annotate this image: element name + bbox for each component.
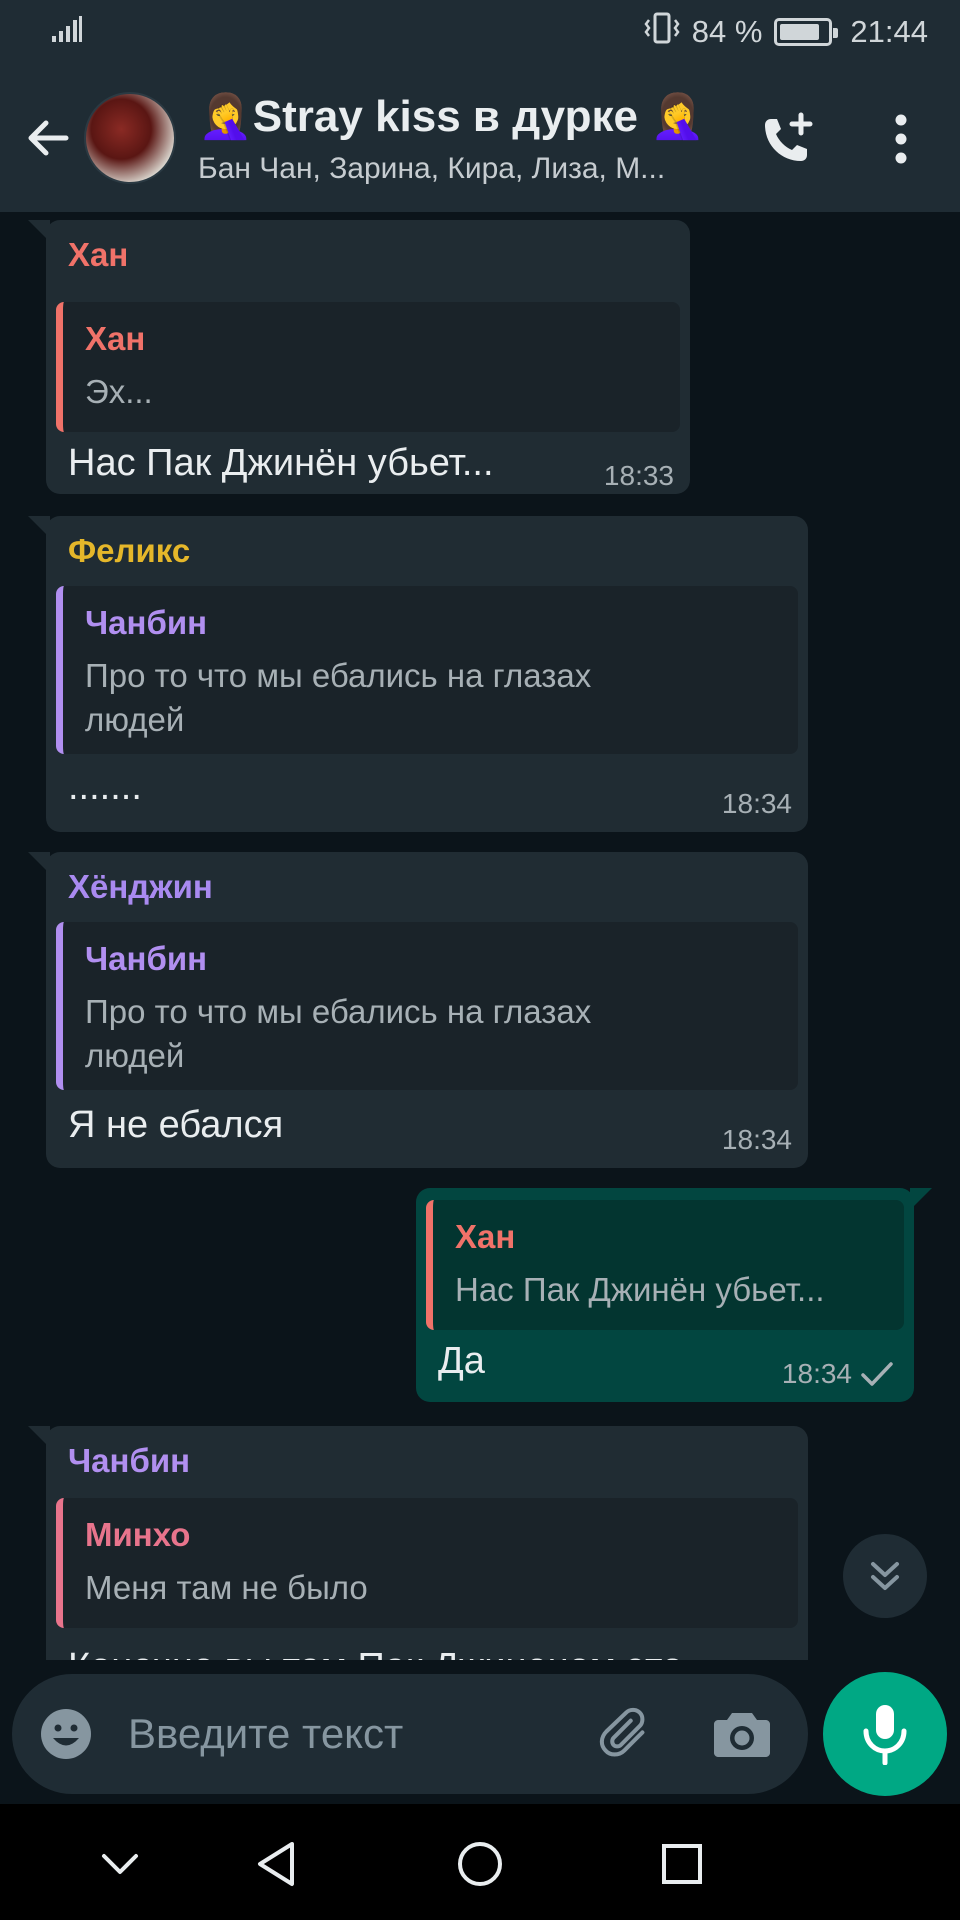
reply-quote[interactable]: Минхо Меня там не было xyxy=(56,1498,798,1628)
vibrate-icon xyxy=(644,12,680,52)
battery-percent: 84 % xyxy=(691,14,763,49)
quote-text: Эх... xyxy=(85,373,153,410)
sender-name[interactable]: Феликс xyxy=(68,532,190,570)
quote-author: Чанбин xyxy=(85,940,208,977)
square-recents-icon xyxy=(662,1844,702,1884)
message-bubble-outgoing[interactable]: Хан Нас Пак Джинён убьет... Да 18:34 xyxy=(416,1188,932,1402)
reply-quote[interactable]: Чанбин Про то что мы ебались на глазах л… xyxy=(56,586,798,754)
message-text: Конечно вы там Пак Джиненом это xyxy=(68,1646,683,1660)
system-nav-bar xyxy=(0,1804,960,1920)
message-time: 18:34 xyxy=(781,1358,852,1389)
sender-name[interactable]: Чанбин xyxy=(68,1442,190,1480)
chevron-down-icon xyxy=(102,1854,138,1874)
message-text: Нас Пак Джинён убьет... xyxy=(68,442,494,484)
add-call-button[interactable] xyxy=(752,104,822,174)
message-input-placeholder: Введите текст xyxy=(128,1710,404,1757)
chat-header: 🤦‍♀️Stray kiss в дурке 🤦‍♀️ Бан Чан, Зар… xyxy=(0,64,960,212)
attach-button[interactable] xyxy=(596,1704,656,1764)
nav-hide-button[interactable] xyxy=(90,1834,150,1894)
camera-icon xyxy=(714,1713,770,1757)
message-list[interactable]: Хан Хан Эх... Нас Пак Джинён убьет... 18… xyxy=(0,212,960,1660)
paperclip-icon xyxy=(599,1707,645,1757)
message-input[interactable]: Введите текст xyxy=(12,1674,808,1794)
message-text: ....... xyxy=(68,766,142,808)
triangle-back-icon xyxy=(258,1842,294,1886)
microphone-icon xyxy=(863,1705,907,1765)
message-bubble[interactable]: Феликс Чанбин Про то что мы ебались на г… xyxy=(28,516,808,832)
quote-text: Про то что мы ебались на глазах людей xyxy=(85,993,592,1074)
message-text: Я не ебался xyxy=(68,1104,284,1146)
camera-button[interactable] xyxy=(712,1704,772,1764)
scroll-to-bottom-button[interactable] xyxy=(843,1534,927,1618)
signal-icon xyxy=(52,14,82,50)
voice-message-button[interactable] xyxy=(823,1672,947,1796)
quote-text: Нас Пак Джинён убьет... xyxy=(455,1271,825,1308)
sender-name[interactable]: Хан xyxy=(68,236,128,274)
quote-author: Хан xyxy=(455,1218,516,1255)
reply-quote[interactable]: Чанбин Про то что мы ебались на глазах л… xyxy=(56,922,798,1090)
double-chevron-down-icon xyxy=(871,1562,899,1590)
more-options-button[interactable] xyxy=(866,104,936,174)
clock: 21:44 xyxy=(850,14,928,49)
battery-icon xyxy=(774,18,839,46)
sent-check-icon xyxy=(861,1362,893,1386)
nav-home-button[interactable] xyxy=(450,1834,510,1894)
status-bar: 84 % 21:44 xyxy=(0,0,960,64)
back-button[interactable] xyxy=(12,103,82,173)
arrow-left-icon xyxy=(28,120,69,156)
message-bubble[interactable]: Хан Хан Эх... Нас Пак Джинён убьет... 18… xyxy=(28,220,690,494)
message-time: 18:34 xyxy=(721,788,792,819)
message-time: 18:33 xyxy=(603,460,674,491)
message-bubble[interactable]: Хёнджин Чанбин Про то что мы ебались на … xyxy=(28,852,808,1168)
quote-author: Чанбин xyxy=(85,604,208,641)
chat-info[interactable]: 🤦‍♀️Stray kiss в дурке 🤦‍♀️ Бан Чан, Зар… xyxy=(198,90,758,186)
group-title: 🤦‍♀️Stray kiss в дурке 🤦‍♀️ xyxy=(198,92,705,141)
nav-back-button[interactable] xyxy=(246,1834,306,1894)
phone-plus-icon xyxy=(765,112,813,161)
composer-bar: Введите текст xyxy=(0,1660,960,1804)
message-text: Да xyxy=(438,1340,485,1382)
reply-quote[interactable]: Хан Эх... xyxy=(56,302,680,432)
nav-recents-button[interactable] xyxy=(652,1834,712,1894)
message-bubble[interactable]: Чанбин Минхо Меня там не было Конечно вы… xyxy=(28,1426,808,1660)
message-time: 18:34 xyxy=(721,1124,792,1155)
quote-text: Про то что мы ебались на глазах людей xyxy=(85,657,592,738)
emoji-icon xyxy=(41,1709,91,1759)
circle-home-icon xyxy=(458,1842,502,1886)
more-vertical-icon xyxy=(895,114,907,164)
reply-quote[interactable]: Хан Нас Пак Джинён убьет... xyxy=(426,1200,904,1330)
quote-author: Минхо xyxy=(85,1516,191,1553)
group-avatar[interactable] xyxy=(84,92,176,184)
quote-author: Хан xyxy=(85,320,146,357)
quote-text: Меня там не было xyxy=(85,1569,368,1606)
sender-name[interactable]: Хёнджин xyxy=(68,868,213,906)
emoji-button[interactable] xyxy=(38,1706,94,1762)
group-members: Бан Чан, Зарина, Кира, Лиза, М... xyxy=(198,152,666,185)
